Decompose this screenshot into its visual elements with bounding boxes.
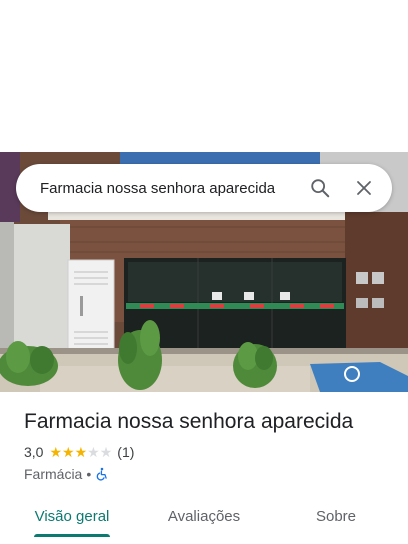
- search-input[interactable]: Farmacia nossa senhora aparecida: [40, 180, 298, 197]
- star-icon: ★: [74, 444, 88, 460]
- map-blank-area: [0, 0, 408, 152]
- category-row: Farmácia •: [24, 466, 109, 482]
- place-category: Farmácia: [24, 466, 83, 482]
- rating-value: 3,0: [24, 444, 44, 460]
- search-icon: [311, 179, 330, 198]
- rating-stars: ★ ★ ★ ★ ★: [49, 445, 112, 459]
- star-icon: ★: [87, 444, 100, 460]
- star-icon: ★: [99, 444, 113, 460]
- close-icon: [357, 181, 371, 195]
- active-tab-indicator: [34, 534, 110, 537]
- close-button[interactable]: [342, 166, 386, 210]
- search-button[interactable]: [298, 166, 342, 210]
- tab-overview[interactable]: Visão geral: [24, 496, 120, 536]
- star-icon: ★: [62, 444, 75, 460]
- separator-dot: •: [86, 466, 92, 482]
- tab-bar: Visão geral Avaliações Sobre: [0, 496, 408, 537]
- tab-about[interactable]: Sobre: [296, 496, 376, 536]
- search-bar[interactable]: Farmacia nossa senhora aparecida: [16, 164, 392, 212]
- tab-reviews[interactable]: Avaliações: [156, 496, 252, 536]
- wheelchair-icon: [96, 467, 107, 481]
- place-title: Farmacia nossa senhora aparecida: [24, 410, 354, 433]
- place-info-panel: Farmacia nossa senhora aparecida 3,0 ★ ★…: [0, 392, 408, 544]
- rating-row[interactable]: 3,0 ★ ★ ★ ★ ★ (1): [24, 444, 134, 460]
- star-icon: ★: [49, 444, 63, 460]
- review-count: (1): [117, 444, 135, 460]
